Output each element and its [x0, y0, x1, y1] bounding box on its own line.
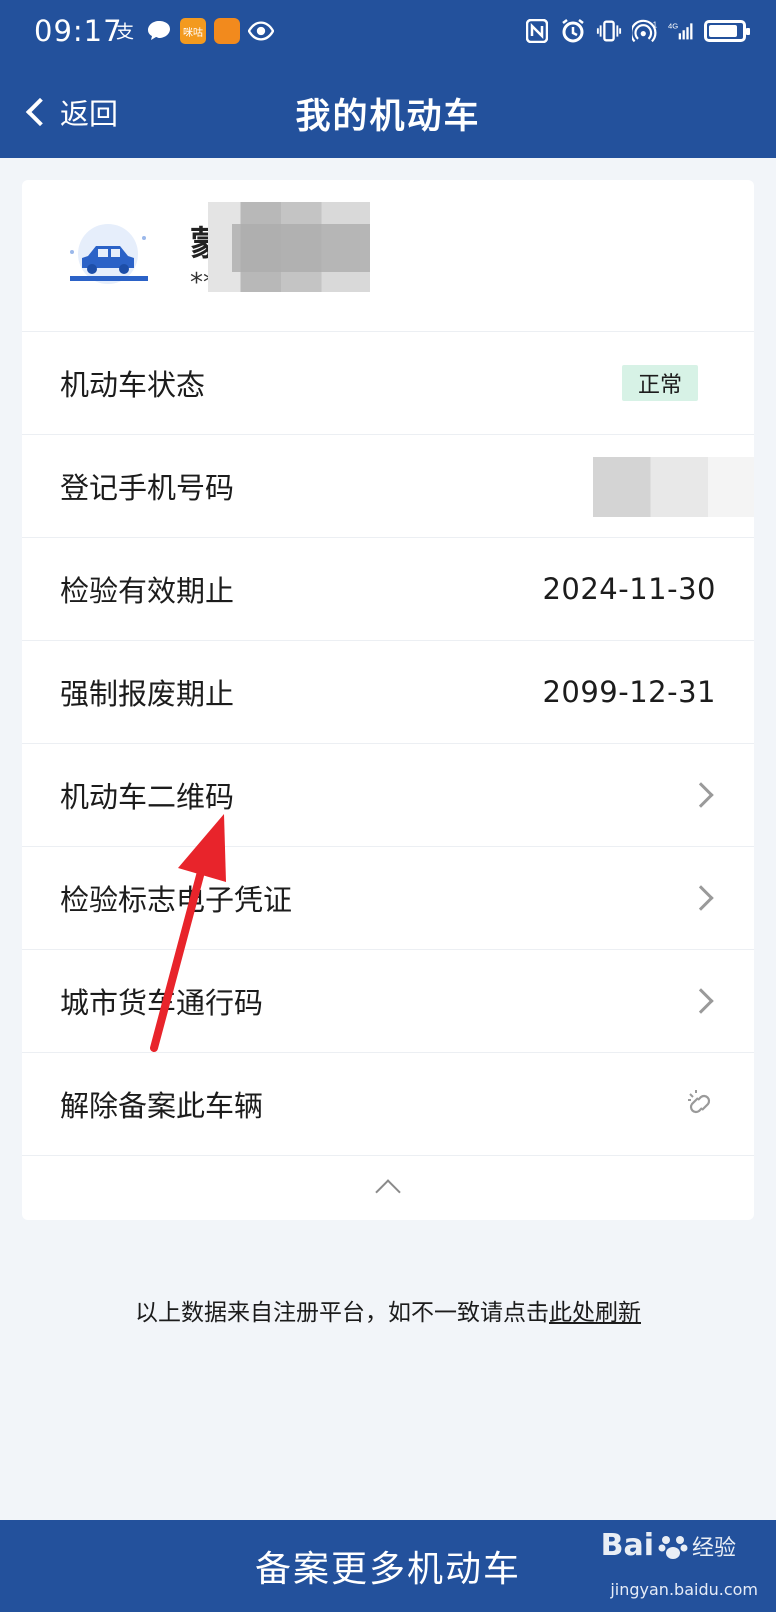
chevron-right-icon — [688, 988, 714, 1014]
watermark-suffix: 经验 — [691, 1535, 736, 1561]
message-icon — [146, 18, 172, 44]
row-label: 解除备案此车辆 — [60, 1089, 264, 1123]
row-label: 检验有效期止 — [60, 574, 235, 608]
scrap-date: 2099-12-31 — [542, 675, 716, 709]
inspection-date: 2024-11-30 — [542, 572, 716, 606]
hotspot-icon: 1 — [632, 18, 658, 44]
row-label: 强制报废期止 — [60, 677, 235, 711]
eye-icon — [248, 18, 274, 44]
app-icon-2 — [214, 18, 240, 44]
row-inspection: 检验有效期止 2024-11-30 — [22, 538, 754, 641]
vehicle-card: 蒙 ** 机动车状态 正常 登记手机号码 检验有效期止 2024-11-30 强… — [22, 180, 754, 1220]
unlink-icon — [688, 1090, 711, 1114]
add-vehicle-label: 备案更多机动车 — [254, 1549, 521, 1590]
row-scrap: 强制报废期止 2099-12-31 — [22, 641, 754, 744]
status-left-icons: 支 咪咕 — [112, 18, 274, 44]
row-label: 登记手机号码 — [60, 471, 235, 505]
4g-signal-icon: 4G — [668, 18, 694, 44]
alipay-icon: 支 — [116, 22, 134, 43]
row-phone: 登记手机号码 — [22, 435, 754, 538]
vehicle-header: 蒙 ** — [22, 180, 754, 332]
car-icon — [70, 224, 148, 284]
privacy-blur-phone — [524, 457, 754, 517]
row-label: 机动车状态 — [60, 368, 206, 402]
watermark-brand: Bai — [600, 1528, 654, 1563]
battery-icon — [704, 20, 750, 42]
chevron-up-icon — [375, 1179, 401, 1205]
row-unbind[interactable]: 解除备案此车辆 — [22, 1053, 754, 1156]
privacy-blur-2 — [232, 224, 370, 272]
status-badge: 正常 — [621, 365, 698, 401]
row-e-certificate[interactable]: 检验标志电子凭证 — [22, 847, 754, 950]
nav-bar: 返回 我的机动车 — [0, 66, 776, 158]
app-icon: 咪咕 — [180, 18, 206, 44]
nfc-icon — [524, 18, 550, 44]
annotation-arrow — [150, 814, 226, 1052]
top-header: 09:17 支 咪咕 1 4G 返回 我的机动车 — [0, 0, 776, 158]
vibrate-icon — [596, 18, 622, 44]
row-truck-pass[interactable]: 城市货车通行码 — [22, 950, 754, 1053]
footnote-text: 以上数据来自注册平台，如不一致请点击 — [135, 1300, 549, 1326]
alarm-icon — [560, 18, 586, 44]
row-status: 机动车状态 正常 — [22, 332, 754, 435]
status-right-icons: 1 4G — [524, 18, 750, 44]
refresh-link[interactable]: 此处刷新 — [549, 1300, 641, 1326]
svg-text:4G: 4G — [668, 22, 678, 31]
svg-text:1: 1 — [653, 21, 657, 30]
collapse-button[interactable] — [22, 1154, 754, 1220]
chevron-right-icon — [688, 782, 714, 808]
footnote: 以上数据来自注册平台，如不一致请点击此处刷新 — [0, 1293, 776, 1327]
status-bar: 09:17 支 咪咕 1 4G — [0, 0, 776, 66]
chevron-right-icon — [688, 885, 714, 911]
status-time: 09:17 — [34, 14, 123, 48]
baidu-watermark: Bai 经验 — [601, 1528, 736, 1563]
watermark-url: jingyan.baidu.com — [610, 1580, 758, 1599]
paw-icon — [658, 1535, 688, 1559]
page-title: 我的机动车 — [295, 97, 481, 137]
row-qrcode[interactable]: 机动车二维码 — [22, 744, 754, 847]
